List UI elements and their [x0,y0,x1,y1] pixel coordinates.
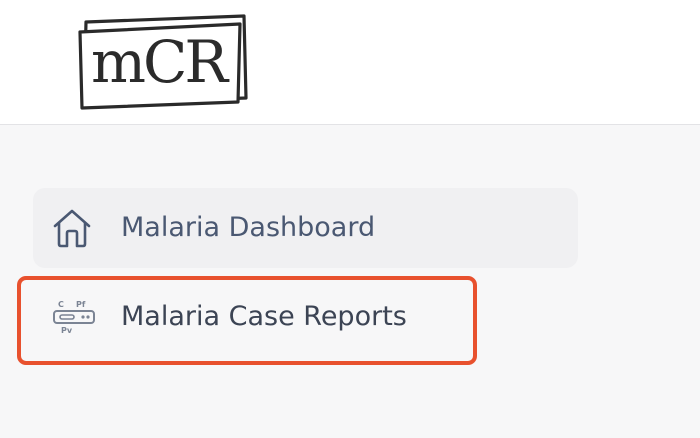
svg-text:C: C [58,300,64,309]
header: mCR [0,0,700,125]
svg-text:Pv: Pv [61,326,73,335]
svg-text:mCR: mCR [91,28,230,96]
sidebar: Malaria Dashboard C Pf Pv Malaria Case R… [0,125,700,438]
rapid-test-icon: C Pf Pv [51,298,97,338]
sidebar-item-label: Malaria Dashboard [121,212,376,243]
svg-text:Pf: Pf [76,300,86,309]
sidebar-item-malaria-case-reports[interactable]: C Pf Pv Malaria Case Reports [17,276,477,365]
home-icon [50,206,94,250]
sidebar-item-label: Malaria Case Reports [121,301,407,332]
sidebar-item-malaria-dashboard[interactable]: Malaria Dashboard [33,188,578,268]
mcr-logo[interactable]: mCR [76,14,248,110]
